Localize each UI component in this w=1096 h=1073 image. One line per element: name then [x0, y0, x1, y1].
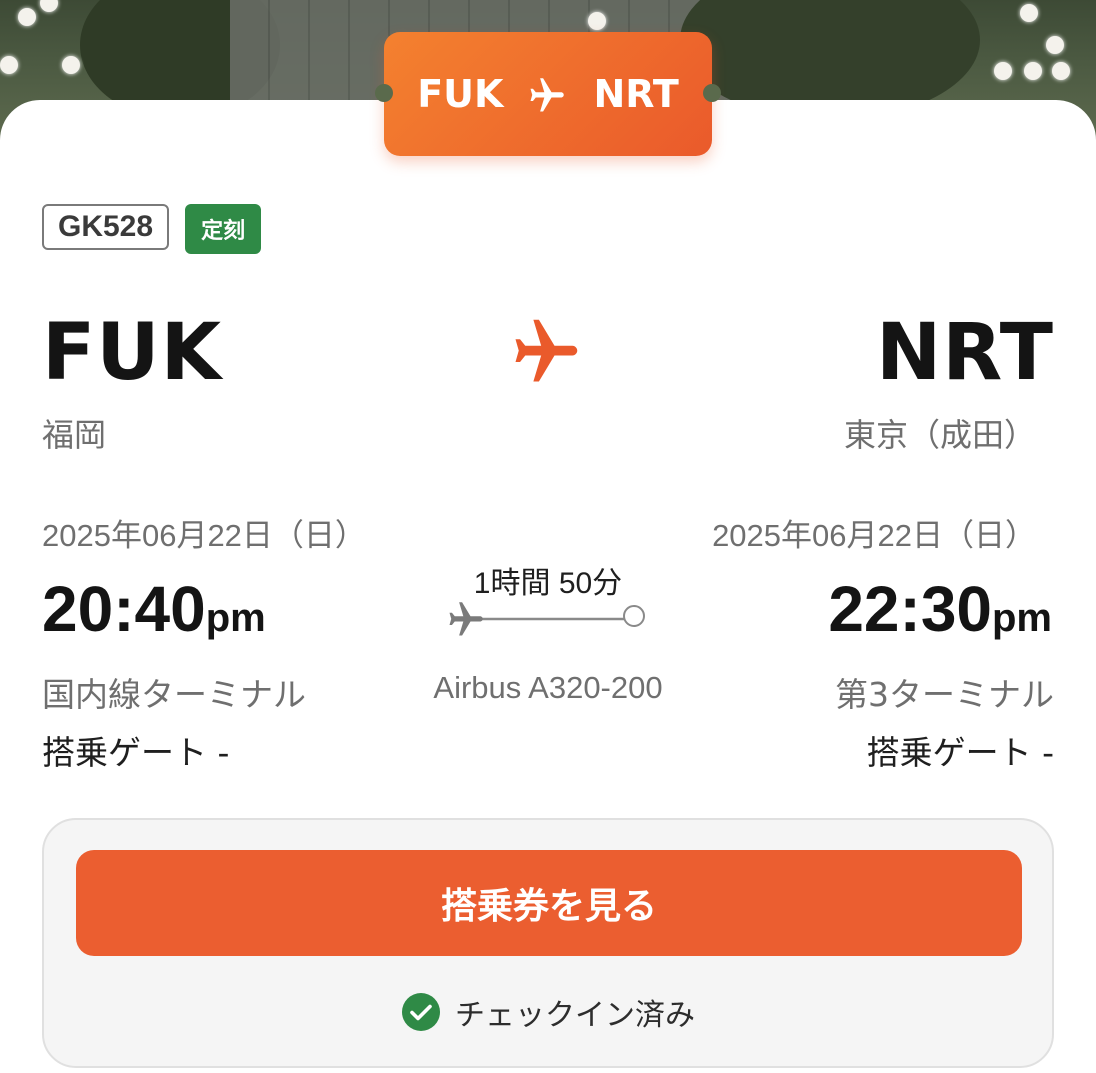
status-badge: 定刻 — [185, 204, 262, 254]
arrival-date: 2025年06月22日（日） — [712, 518, 1036, 553]
arrival-city: 東京（成田） — [843, 416, 1036, 454]
route-header-tab: FUK NRT — [375, 32, 721, 156]
small-airplane-icon — [449, 602, 483, 636]
flight-badges: GK528 定刻 — [42, 204, 262, 254]
lamp-shape — [0, 56, 18, 74]
departure-date: 2025年06月22日（日） — [42, 518, 366, 553]
view-boarding-pass-button[interactable]: 搭乗券を見る — [76, 850, 1022, 956]
departure-gate: 搭乗ゲート - — [42, 733, 230, 772]
flight-progress-line — [444, 595, 654, 651]
check-circle-icon — [401, 992, 441, 1032]
departure-time-value: 20:40 — [42, 573, 206, 645]
arrival-terminal: 第3ターミナル — [835, 675, 1054, 714]
lamp-shape — [1020, 4, 1038, 22]
aircraft-type: Airbus A320-200 — [433, 670, 663, 705]
lamp-shape — [588, 12, 606, 30]
flight-card: GK528 定刻 FUK NRT 福岡 東京（成田） 2025年06月22日（日… — [0, 100, 1096, 1073]
lamp-shape — [40, 0, 58, 12]
lamp-shape — [62, 56, 80, 74]
lamp-shape — [1024, 62, 1042, 80]
arrival-time-value: 22:30 — [828, 573, 992, 645]
lamp-shape — [1046, 36, 1064, 54]
airplane-icon — [506, 310, 590, 392]
arrival-time-ampm: pm — [992, 596, 1052, 640]
airplane-icon — [527, 73, 569, 115]
ticket-notch — [703, 84, 721, 102]
departure-terminal: 国内線ターミナル — [42, 675, 306, 714]
ticket-notch — [375, 84, 393, 102]
route-destination: NRT — [593, 72, 679, 116]
checkin-status-label: チェックイン済み — [455, 998, 695, 1033]
departure-airport-code: FUK — [42, 308, 223, 398]
departure-time: 20:40pm — [42, 572, 266, 646]
boarding-actions-panel: 搭乗券を見る チェックイン済み — [42, 818, 1054, 1068]
departure-time-ampm: pm — [205, 596, 266, 640]
departure-city: 福岡 — [42, 416, 107, 454]
lamp-shape — [1052, 62, 1070, 80]
lamp-shape — [994, 62, 1012, 80]
checkin-status: チェックイン済み — [44, 990, 1052, 1034]
arrival-gate: 搭乗ゲート - — [866, 733, 1054, 772]
arrival-time: 22:30pm — [828, 572, 1052, 646]
lamp-shape — [18, 8, 36, 26]
route-origin: FUK — [417, 72, 504, 116]
arrival-airport-code: NRT — [875, 308, 1054, 398]
flight-number-badge: GK528 — [42, 204, 170, 250]
